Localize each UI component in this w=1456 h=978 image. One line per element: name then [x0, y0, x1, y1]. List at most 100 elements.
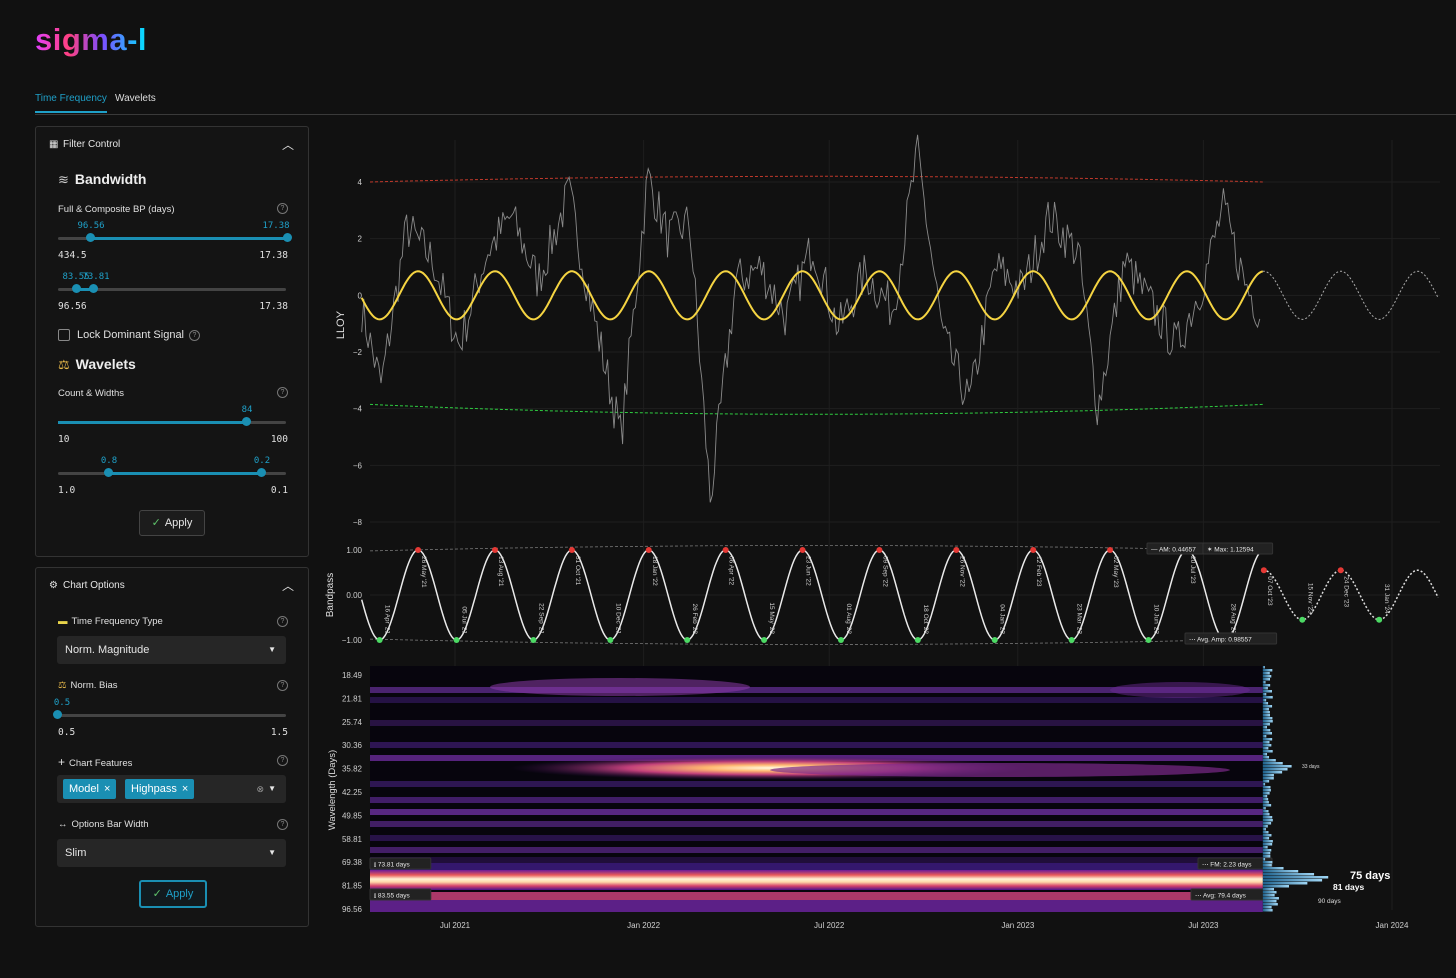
wavelets-section-title: ⚖ Wavelets — [58, 356, 136, 373]
y-tick-label: 21.81 — [342, 694, 363, 703]
peak-date-label: 18 Jan '22 — [651, 556, 658, 586]
norm-bias-label-text: Norm. Bias — [70, 680, 118, 691]
histogram-bar — [1262, 843, 1273, 846]
chevron-up-icon[interactable]: ︿ — [282, 136, 294, 153]
scale-icon: ⚖ — [58, 680, 67, 691]
histogram-bar — [1262, 762, 1283, 765]
slider-handle-low[interactable] — [86, 233, 95, 242]
bar-width-value: Slim — [65, 847, 87, 859]
histogram-bar — [1262, 696, 1273, 699]
y-tick-label: 96.56 — [342, 905, 363, 914]
bandwidth-section-title: ≋ Bandwidth — [58, 171, 146, 188]
y-tick-label: 35.82 — [342, 765, 363, 774]
slider-handle-high[interactable] — [283, 233, 292, 242]
help-icon[interactable]: ? — [277, 819, 288, 830]
slider-value: 84 — [241, 405, 253, 415]
tf-type-value: Norm. Magnitude — [65, 644, 150, 656]
slider-handle-high[interactable] — [89, 284, 98, 293]
chart-features-multiselect[interactable]: Model × Highpass × ⊗ ▼ — [57, 775, 286, 803]
slider-handle[interactable] — [242, 417, 251, 426]
histogram-bar — [1262, 855, 1271, 858]
trough-marker — [1068, 637, 1075, 643]
apply-button[interactable]: ✓ Apply — [139, 510, 205, 536]
tab-time-frequency[interactable]: Time Frequency — [35, 93, 107, 113]
trough-date-label: 22 Sep '21 — [537, 603, 544, 634]
trough-marker — [607, 637, 614, 643]
lock-dominant-checkbox[interactable] — [58, 329, 70, 341]
help-icon[interactable]: ? — [277, 680, 288, 691]
slider-value: 0.5 — [53, 698, 71, 708]
am-label: — AM: 0.44657 — [1151, 547, 1196, 554]
wavelet-count-slider[interactable]: 84 — [58, 405, 286, 426]
tab-wavelets[interactable]: Wavelets — [115, 93, 156, 104]
secondary-band — [370, 863, 1263, 870]
spectrogram-streak — [1110, 682, 1250, 698]
chart-features-label-text: Chart Features — [69, 758, 133, 769]
histogram-bar — [1262, 897, 1279, 900]
histogram-bar — [1262, 672, 1270, 675]
wavelets-title-text: Wavelets — [75, 356, 136, 372]
y-tick-label: −2 — [353, 348, 363, 357]
histogram-label: 33 days — [1302, 764, 1320, 770]
slider-max-label: 17.38 — [259, 301, 288, 312]
histogram-bar — [1262, 819, 1273, 822]
x-tick-label: Jan 2022 — [627, 921, 660, 930]
spectrogram-panel: 18.49 21.81 25.74 30.36 35.82 42.25 49.85 58.81… — [327, 666, 1409, 930]
histogram-bar — [1262, 807, 1266, 810]
help-icon[interactable]: ? — [277, 387, 288, 398]
remove-tag-icon[interactable]: × — [104, 783, 110, 795]
wavelet-width-slider[interactable]: 0.8 0.2 — [58, 456, 286, 477]
histogram-label: 75 days — [1350, 870, 1390, 882]
bandwidth-slider-1[interactable]: 96.56 17.38 — [58, 221, 292, 242]
slider-value-low: 96.56 — [77, 221, 105, 231]
y-tick-label: −1.00 — [342, 636, 363, 645]
tf-type-select[interactable]: Norm. Magnitude ▼ — [57, 636, 286, 664]
spectrogram-band — [370, 720, 1263, 726]
spectrogram-streak — [490, 678, 750, 696]
peak-marker — [953, 547, 960, 553]
trough-date-label: 10 Dec '21 — [614, 603, 621, 634]
histogram-bar — [1262, 666, 1265, 669]
help-icon[interactable]: ? — [277, 755, 288, 766]
histogram-bar — [1262, 783, 1266, 786]
trough-marker — [1145, 637, 1152, 643]
spectrogram-band — [370, 821, 1263, 827]
chart-features-label: + Chart Features — [58, 755, 132, 769]
lock-dominant-label: Lock Dominant Signal — [77, 329, 185, 341]
slider-value-high: 0.2 — [253, 456, 271, 466]
slider-handle-low[interactable] — [72, 284, 81, 293]
caret-down-icon: ▼ — [268, 848, 276, 857]
trough-marker — [1376, 616, 1383, 623]
slider-handle-low[interactable] — [104, 468, 113, 477]
peak-date-label: 31 Oct '21 — [574, 556, 581, 586]
norm-bias-slider[interactable]: 0.5 — [53, 698, 286, 719]
remove-tag-icon[interactable]: × — [182, 783, 188, 795]
x-tick-label: Jul 2021 — [440, 921, 471, 930]
clear-icon[interactable]: ⊗ — [256, 775, 264, 803]
bandwidth-slider-2[interactable]: 83.55 73.81 — [58, 272, 286, 293]
histogram-bar — [1262, 675, 1272, 678]
histogram-bar — [1262, 792, 1270, 795]
tag-highpass: Highpass × — [125, 779, 195, 799]
slider-handle[interactable] — [53, 710, 62, 719]
slider-handle-high[interactable] — [257, 468, 266, 477]
trough-marker — [1299, 616, 1306, 623]
apply-chart-options-button[interactable]: ✓ Apply — [139, 880, 207, 908]
bar-width-select[interactable]: Slim ▼ — [57, 839, 286, 867]
upper-envelope-line — [369, 175, 1263, 183]
help-icon[interactable]: ? — [277, 616, 288, 627]
grid-icon: ▦ — [49, 139, 59, 150]
histogram-bar — [1262, 798, 1269, 801]
help-icon[interactable]: ? — [277, 203, 288, 214]
trough-marker — [530, 637, 537, 643]
histogram-bar — [1262, 678, 1271, 681]
histogram-bar — [1262, 828, 1266, 831]
peak-marker — [1337, 567, 1344, 574]
peak-date-label: 02 May '23 — [1112, 556, 1119, 588]
histogram-bar — [1262, 723, 1270, 726]
max-label: ✶ Max: 1.12594 — [1207, 546, 1254, 554]
help-icon[interactable]: ? — [189, 330, 200, 341]
chevron-up-icon[interactable]: ︿ — [282, 577, 294, 594]
trough-date-label: 28 Aug '23 — [1229, 603, 1236, 634]
histogram-bar — [1262, 885, 1289, 888]
